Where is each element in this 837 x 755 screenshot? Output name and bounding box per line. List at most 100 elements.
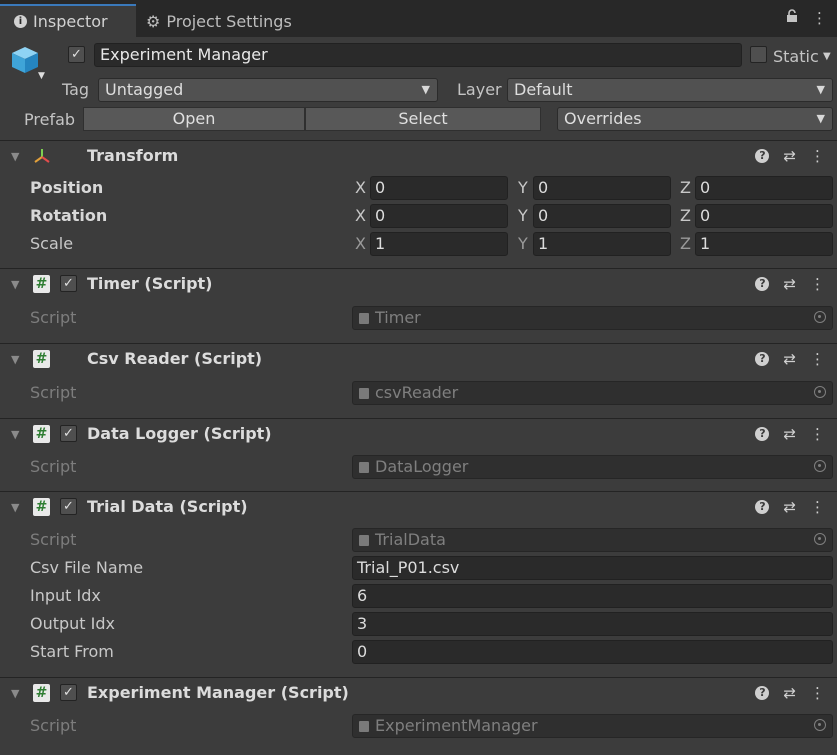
y-axis-label[interactable]: Y [518, 234, 528, 253]
x-axis-label[interactable]: X [355, 234, 366, 253]
position-y-field[interactable]: 0 [533, 176, 671, 200]
presets-icon[interactable]: ⇄ [783, 425, 796, 443]
trial-data-title: Trial Data (Script) [87, 497, 248, 516]
object-picker-icon[interactable] [814, 533, 826, 545]
kebab-menu-icon[interactable]: ⋮ [810, 425, 825, 443]
data-logger-enabled-checkbox[interactable]: ✓ [60, 425, 77, 442]
script-label: Script [30, 383, 77, 402]
prefab-select-button[interactable]: Select [305, 107, 541, 131]
fold-arrow-icon[interactable]: ▼ [11, 150, 19, 163]
timer-header[interactable]: ▼ # ✓ Timer (Script) ? ⇄ ⋮ [0, 269, 837, 299]
object-picker-icon[interactable] [814, 460, 826, 472]
trial-data-script-value: TrialData [375, 530, 446, 549]
rotation-z-field[interactable]: 0 [695, 204, 833, 228]
object-picker-icon[interactable] [814, 719, 826, 731]
transform-header[interactable]: ▼ Transform ? ⇄ ⋮ [0, 141, 837, 171]
presets-icon[interactable]: ⇄ [783, 684, 796, 702]
object-picker-icon[interactable] [814, 311, 826, 323]
static-checkbox[interactable] [750, 46, 767, 63]
csv-reader-header[interactable]: ▼ # Csv Reader (Script) ? ⇄ ⋮ [0, 344, 837, 374]
active-checkbox[interactable]: ✓ [68, 46, 85, 63]
prefab-overrides-dropdown[interactable]: Overrides ▼ [557, 107, 833, 131]
static-dropdown-icon[interactable]: ▼ [823, 51, 831, 62]
chevron-down-icon: ▼ [816, 83, 825, 96]
scale-y-field[interactable]: 1 [533, 232, 671, 256]
gameobject-name-field[interactable]: Experiment Manager [94, 43, 742, 67]
tag-label: Tag [62, 80, 90, 99]
trial-data-enabled-checkbox[interactable]: ✓ [60, 498, 77, 515]
csv-reader-script-value: csvReader [375, 383, 459, 402]
scale-x-field[interactable]: 1 [370, 232, 508, 256]
csv-file-name-field[interactable]: Trial_P01.csv [352, 556, 833, 580]
help-icon[interactable]: ? [755, 277, 770, 291]
fold-arrow-icon[interactable]: ▼ [11, 501, 19, 514]
kebab-menu-icon[interactable]: ⋮ [810, 350, 825, 368]
gear-icon: ⚙ [146, 12, 161, 31]
data-logger-script-field: DataLogger [352, 455, 833, 479]
trial-data-script-field: TrialData [352, 528, 833, 552]
output-idx-field[interactable]: 3 [352, 612, 833, 636]
tab-inspector[interactable]: i Inspector [0, 4, 136, 37]
start-from-field[interactable]: 0 [352, 640, 833, 664]
input-idx-field[interactable]: 6 [352, 584, 833, 608]
data-logger-title: Data Logger (Script) [87, 424, 272, 443]
z-axis-label[interactable]: Z [680, 178, 691, 197]
kebab-menu-icon[interactable]: ⋮ [812, 9, 827, 27]
presets-icon[interactable]: ⇄ [783, 498, 796, 516]
trial-data-header[interactable]: ▼ # ✓ Trial Data (Script) ? ⇄ ⋮ [0, 492, 837, 522]
presets-icon[interactable]: ⇄ [783, 350, 796, 368]
presets-icon[interactable]: ⇄ [783, 147, 796, 165]
y-axis-label[interactable]: Y [518, 206, 528, 225]
layer-dropdown[interactable]: Default ▼ [507, 78, 833, 102]
script-label: Script [30, 530, 77, 549]
tag-dropdown[interactable]: Untagged ▼ [98, 78, 438, 102]
experiment-manager-title: Experiment Manager (Script) [87, 683, 349, 702]
script-asset-icon [359, 462, 369, 473]
gameobject-cube-icon[interactable]: ▼ [10, 45, 45, 81]
fold-arrow-icon[interactable]: ▼ [11, 687, 19, 700]
x-axis-label[interactable]: X [355, 206, 366, 225]
tab-project-settings[interactable]: ⚙ Project Settings [146, 6, 292, 37]
input-idx-label: Input Idx [30, 586, 101, 605]
position-z-value: 0 [700, 178, 711, 197]
help-icon[interactable]: ? [755, 686, 770, 700]
object-picker-icon[interactable] [814, 386, 826, 398]
z-axis-label[interactable]: Z [680, 234, 691, 253]
help-icon[interactable]: ? [755, 352, 770, 366]
experiment-manager-script-value: ExperimentManager [375, 716, 538, 735]
experiment-manager-header[interactable]: ▼ # ✓ Experiment Manager (Script) ? ⇄ ⋮ [0, 678, 837, 708]
prefab-open-button[interactable]: Open [83, 107, 305, 131]
csharp-script-icon: # [33, 425, 50, 443]
timer-enabled-checkbox[interactable]: ✓ [60, 275, 77, 292]
fold-arrow-icon[interactable]: ▼ [11, 428, 19, 441]
scale-z-value: 1 [700, 234, 711, 253]
input-idx-row: Input Idx 6 [0, 583, 837, 609]
scale-z-field[interactable]: 1 [695, 232, 833, 256]
fold-arrow-icon[interactable]: ▼ [11, 353, 19, 366]
data-logger-header[interactable]: ▼ # ✓ Data Logger (Script) ? ⇄ ⋮ [0, 419, 837, 449]
z-axis-label[interactable]: Z [680, 206, 691, 225]
presets-icon[interactable]: ⇄ [783, 275, 796, 293]
prefab-label: Prefab [24, 110, 76, 129]
help-icon[interactable]: ? [755, 149, 770, 163]
position-z-field[interactable]: 0 [695, 176, 833, 200]
timer-component: ▼ # ✓ Timer (Script) ? ⇄ ⋮ Script Timer [0, 268, 837, 343]
kebab-menu-icon[interactable]: ⋮ [810, 498, 825, 516]
kebab-menu-icon[interactable]: ⋮ [810, 147, 825, 165]
overrides-label: Overrides [564, 109, 642, 128]
lock-icon[interactable] [786, 9, 798, 27]
help-icon[interactable]: ? [755, 500, 770, 514]
fold-arrow-icon[interactable]: ▼ [11, 278, 19, 291]
kebab-menu-icon[interactable]: ⋮ [810, 684, 825, 702]
kebab-menu-icon[interactable]: ⋮ [810, 275, 825, 293]
position-x-field[interactable]: 0 [370, 176, 508, 200]
experiment-manager-enabled-checkbox[interactable]: ✓ [60, 684, 77, 701]
transform-title: Transform [87, 146, 179, 165]
rotation-y-field[interactable]: 0 [533, 204, 671, 228]
help-icon[interactable]: ? [755, 427, 770, 441]
x-axis-label[interactable]: X [355, 178, 366, 197]
rotation-y-value: 0 [538, 206, 549, 225]
script-label: Script [30, 716, 77, 735]
rotation-x-field[interactable]: 0 [370, 204, 508, 228]
y-axis-label[interactable]: Y [518, 178, 528, 197]
